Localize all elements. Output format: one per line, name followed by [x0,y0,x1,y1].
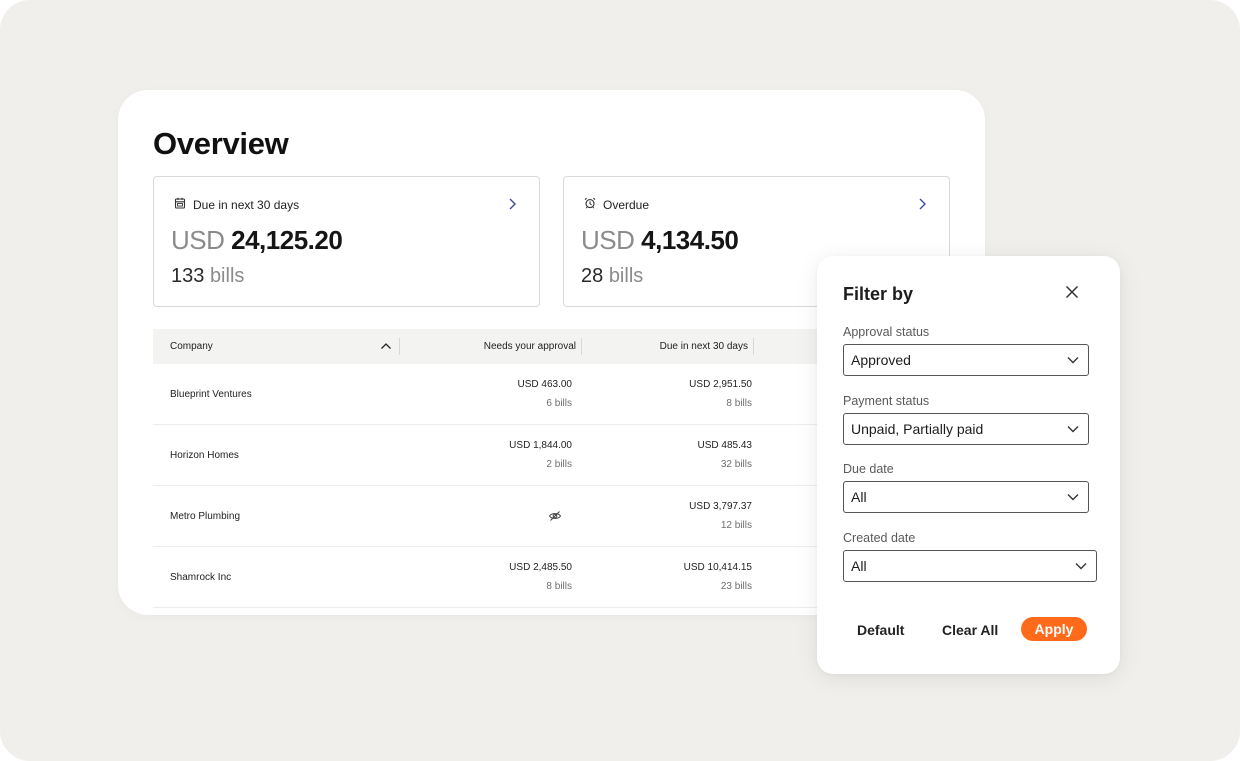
company-name: Horizon Homes [170,450,239,461]
clear-all-button[interactable]: Clear All [942,622,998,638]
chevron-down-icon [1075,563,1087,570]
created-date-select[interactable]: All [843,550,1097,582]
default-button[interactable]: Default [857,622,904,638]
payment-status-label: Payment status [843,394,930,408]
due-date-select[interactable]: All [843,481,1089,513]
payment-status-select[interactable]: Unpaid, Partially paid [843,413,1089,445]
page-title: Overview [153,126,289,161]
select-value: Unpaid, Partially paid [851,421,984,437]
approval-status-label: Approval status [843,325,930,339]
due-amount: USD 10,414.15 [683,562,752,573]
due-next-30-days-card[interactable]: Due in next 30 days USD 24,125.20 133 bi… [153,176,540,307]
column-header-needs-approval[interactable]: Needs your approval [400,329,576,364]
created-date-label: Created date [843,531,916,545]
chevron-down-icon [1067,426,1079,433]
filter-title: Filter by [843,284,914,304]
sort-ascending-icon[interactable] [380,341,392,351]
currency-label: USD [171,225,225,255]
bill-count-unit: bills [209,265,245,287]
eye-slash-icon [548,511,562,521]
chevron-down-icon [1067,494,1079,501]
card-header: Overdue [584,196,649,214]
due-amount: USD 485.43 [697,440,752,451]
chevron-right-icon[interactable] [507,197,517,211]
company-name: Shamrock Inc [170,572,232,583]
card-label: Due in next 30 days [193,198,300,212]
select-value: All [851,489,867,505]
approval-bills: 8 bills [546,581,572,592]
due-bills: 23 bills [720,581,752,592]
approval-amount: USD 2,485.50 [509,562,572,573]
due-bills: 8 bills [726,398,752,409]
alarm-clock-icon [584,196,596,214]
chevron-right-icon[interactable] [917,197,927,211]
bill-count-number: 133 [171,265,205,287]
amount-value: 24,125.20 [231,225,343,255]
apply-button[interactable]: Apply [1021,617,1087,641]
column-header-company[interactable]: Company [170,329,213,364]
due-amount: USD 3,797.37 [689,501,752,512]
company-name: Metro Plumbing [170,511,241,522]
chevron-down-icon [1067,357,1079,364]
card-amount: USD 4,134.50 [581,225,739,256]
due-date-label: Due date [843,462,894,476]
close-icon[interactable] [1065,285,1079,299]
approval-bills: 6 bills [546,398,572,409]
approval-amount: USD 463.00 [517,379,572,390]
select-value: All [851,558,867,574]
column-divider [753,338,754,355]
calendar-icon [174,196,186,214]
bill-count-number: 28 [581,265,604,287]
card-header: Due in next 30 days [174,196,299,214]
approval-amount: USD 1,844.00 [509,440,572,451]
approval-status-select[interactable]: Approved [843,344,1089,376]
card-amount: USD 24,125.20 [171,225,343,256]
currency-label: USD [581,225,635,255]
filter-panel: Filter by Approval status Approved Payme… [817,256,1120,674]
due-amount: USD 2,951.50 [689,379,752,390]
column-header-due-next-30-days[interactable]: Due in next 30 days [582,329,748,364]
bill-count: 28 bills [581,265,643,288]
bill-count: 133 bills [171,265,244,288]
due-bills: 32 bills [720,459,752,470]
select-value: Approved [851,352,911,368]
bill-count-unit: bills [608,265,644,287]
company-name: Blueprint Ventures [170,389,252,400]
card-label: Overdue [603,198,650,212]
due-bills: 12 bills [720,520,752,531]
amount-value: 4,134.50 [641,225,739,255]
approval-bills: 2 bills [546,459,572,470]
